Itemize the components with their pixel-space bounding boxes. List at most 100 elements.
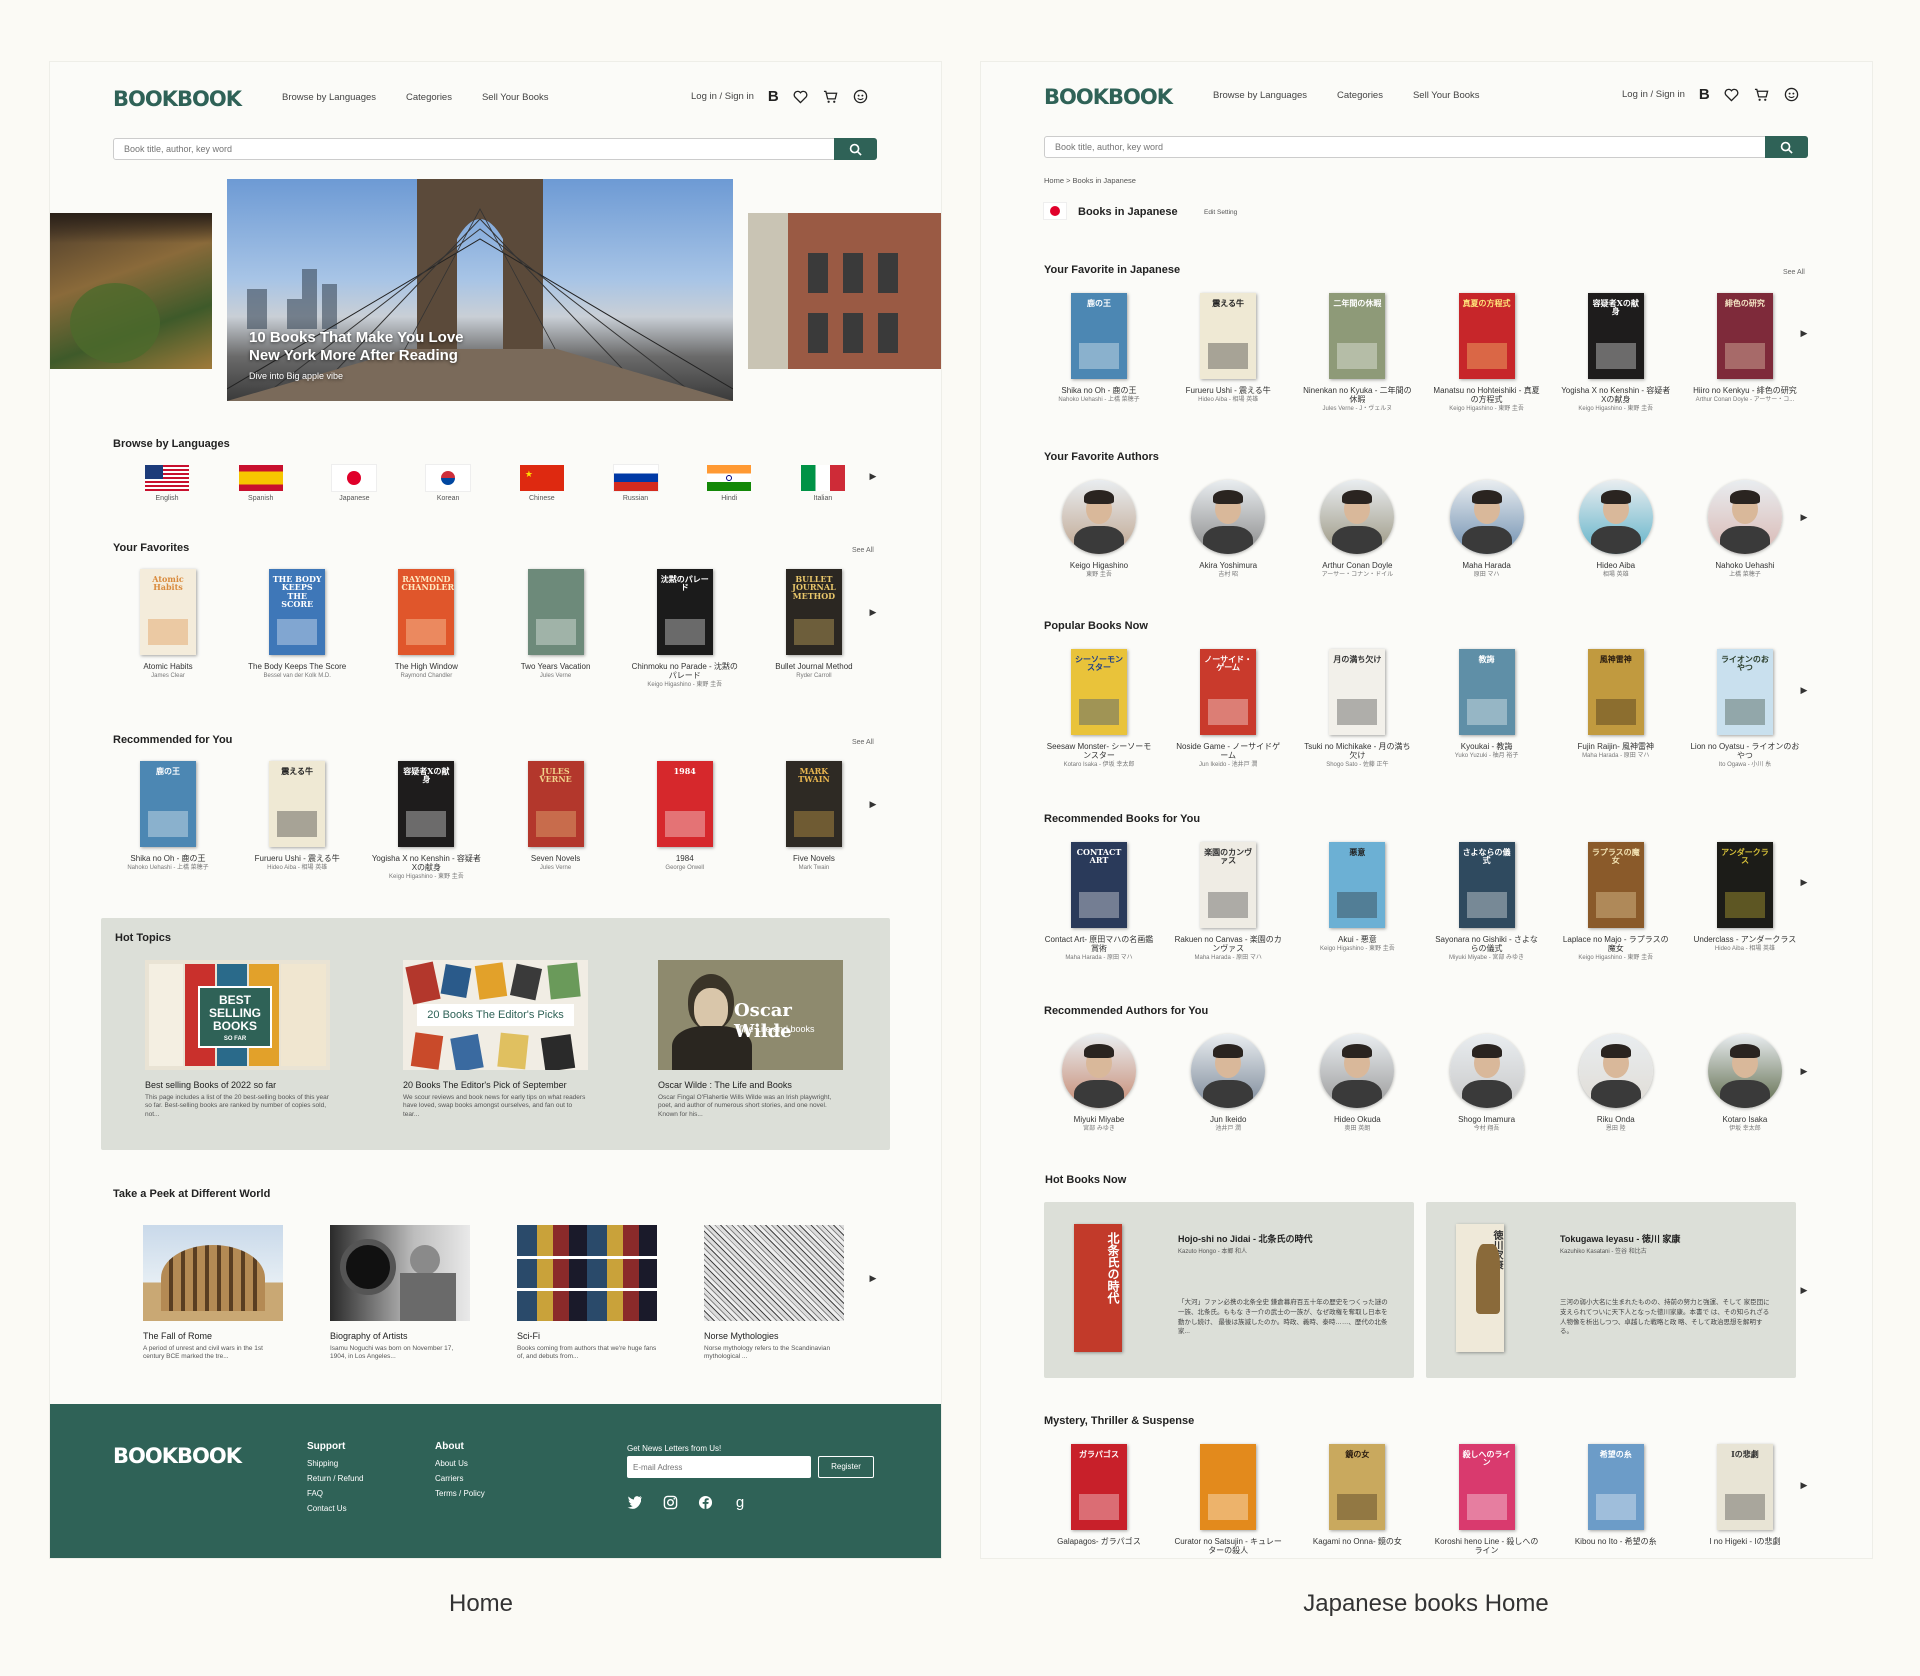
- twitter-icon[interactable]: [627, 1494, 643, 1510]
- edit-setting-link[interactable]: Edit Setting: [1204, 209, 1237, 216]
- book-item[interactable]: さよならの儀式 Sayonara no Gishiki - さよならの儀式 Miyu…: [1432, 842, 1542, 962]
- language-korean[interactable]: Korean: [403, 465, 493, 502]
- nav-browse-languages[interactable]: Browse by Languages: [282, 92, 376, 103]
- b-icon[interactable]: B: [768, 88, 779, 105]
- book-item[interactable]: Iの悲劇 I no Higeki - Iの悲劇: [1690, 1444, 1800, 1555]
- book-item[interactable]: Curator no Satsujin - キュレーターの殺人: [1173, 1444, 1283, 1555]
- nav-sell-books[interactable]: Sell Your Books: [482, 92, 549, 103]
- email-field[interactable]: [627, 1456, 811, 1478]
- book-item[interactable]: 容疑者Xの献身 Yogisha X no Kenshin - 容疑者Xの献身 Kei…: [1561, 293, 1671, 413]
- chevron-right-icon[interactable]: ▶: [869, 799, 877, 809]
- chevron-right-icon[interactable]: ▶: [1800, 512, 1808, 522]
- footer-logo[interactable]: BOOKBOOK: [113, 1444, 242, 1468]
- peek-card[interactable]: Biography of Artists Isamu Noguchi was b…: [330, 1225, 470, 1362]
- hot-book-card[interactable]: 徳川家康 Tokugawa Ieyasu - 徳川 家康 Kazuhiko Ka…: [1426, 1202, 1796, 1378]
- author-item[interactable]: Keigo Higashino 東野 圭吾: [1044, 480, 1154, 579]
- nav-categories[interactable]: Categories: [1337, 90, 1383, 101]
- author-item[interactable]: Arthur Conan Doyle アーサー・コナン・ドイル: [1302, 480, 1412, 579]
- author-item[interactable]: Kotaro Isaka 伊坂 幸太郎: [1690, 1034, 1800, 1133]
- book-item[interactable]: THE BODY KEEPS THE SCORE The Body Keeps T…: [242, 569, 352, 689]
- goodreads-icon[interactable]: g: [732, 1494, 748, 1511]
- book-item[interactable]: 月の満ち欠け Tsuki no Michikake - 月の満ち欠け Shogo S…: [1302, 649, 1412, 769]
- book-item[interactable]: BULLET JOURNAL METHOD Bullet Journal Meth…: [759, 569, 869, 689]
- author-item[interactable]: Jun Ikeido 池井戸 潤: [1173, 1034, 1283, 1133]
- book-item[interactable]: Two Years Vacation Jules Verne: [501, 569, 611, 689]
- book-item[interactable]: ラプラスの魔女 Laplace no Majo - ラプラスの魔女 Keigo Hi…: [1561, 842, 1671, 962]
- topic-card[interactable]: BEST SELLING BOOKS SO FAR Best selling B…: [145, 960, 330, 1119]
- book-item[interactable]: MARK TWAIN Five Novels Mark Twain: [759, 761, 869, 881]
- book-item[interactable]: CONTACT ART Contact Art- 原田マハの名画鑑賞術 Maha H…: [1044, 842, 1154, 962]
- chevron-right-icon[interactable]: ▶: [1800, 685, 1808, 695]
- author-item[interactable]: Miyuki Miyabe 宮部 みゆき: [1044, 1034, 1154, 1133]
- chevron-right-icon[interactable]: ▶: [1800, 1480, 1808, 1490]
- peek-card[interactable]: Norse Mythologies Norse mythology refers…: [704, 1225, 844, 1362]
- instagram-icon[interactable]: [662, 1494, 678, 1510]
- author-item[interactable]: Maha Harada 原田 マハ: [1432, 480, 1542, 579]
- nav-sell-books[interactable]: Sell Your Books: [1413, 90, 1480, 101]
- book-item[interactable]: シーソーモンスター Seesaw Monster- シーソーモンスター Kotaro…: [1044, 649, 1154, 769]
- language-hindi[interactable]: Hindi: [684, 465, 774, 502]
- book-item[interactable]: 容疑者Xの献身 Yogisha X no Kenshin - 容疑者Xの献身 Kei…: [371, 761, 481, 881]
- book-item[interactable]: 1984 1984 George Orwell: [630, 761, 740, 881]
- book-item[interactable]: 悪意 Akui - 悪意 Keigo Higashino - 東野 圭吾: [1302, 842, 1412, 962]
- b-icon[interactable]: B: [1699, 86, 1710, 103]
- register-button[interactable]: Register: [818, 1456, 874, 1478]
- book-item[interactable]: 教誨 Kyoukai - 教誨 Yuko Yuzuki - 柚月 裕子: [1432, 649, 1542, 769]
- author-item[interactable]: Nahoko Uehashi 上橋 菜穂子: [1690, 480, 1800, 579]
- book-item[interactable]: 鹿の王 Shika no Oh - 鹿の王 Nahoko Uehashi - 上橋 …: [113, 761, 223, 881]
- see-all-link[interactable]: See All: [852, 547, 874, 554]
- book-item[interactable]: 二年間の休暇 Ninenkan no Kyuka - 二年間の休暇 Jules Ve…: [1302, 293, 1412, 413]
- book-item[interactable]: 震える牛 Furueru Ushi - 震える牛 Hideo Aiba - 相場 英…: [242, 761, 352, 881]
- book-item[interactable]: 風神雷神 Fujin Raijin- 風神雷神 Maha Harada - 原田 マ…: [1561, 649, 1671, 769]
- author-item[interactable]: Hideo Aiba 相場 英雄: [1561, 480, 1671, 579]
- chevron-right-icon[interactable]: ▶: [1800, 328, 1808, 338]
- hero-slide-main[interactable]: 10 Books That Make You Love New York Mor…: [227, 179, 733, 401]
- book-item[interactable]: 鹿の王 Shika no Oh - 鹿の王 Nahoko Uehashi - 上橋 …: [1044, 293, 1154, 413]
- book-item[interactable]: RAYMOND CHANDLER The High Window Raymond C…: [371, 569, 481, 689]
- topic-card[interactable]: 20 Books The Editor's Picks 20 Books The…: [403, 960, 588, 1119]
- login-link[interactable]: Log in / Sign in: [691, 91, 754, 102]
- footer-link-terms[interactable]: Terms / Policy: [435, 1486, 485, 1501]
- footer-link-contact[interactable]: Contact Us: [307, 1501, 363, 1516]
- search-button[interactable]: [1765, 136, 1808, 158]
- book-item[interactable]: ノーサイド・ゲーム Noside Game - ノーサイドゲーム Jun Ikeid…: [1173, 649, 1283, 769]
- author-item[interactable]: Hideo Okuda 奥田 英朗: [1302, 1034, 1412, 1133]
- book-item[interactable]: ライオンのおやつ Lion no Oyatsu - ライオンのおやつ Ito Oga…: [1690, 649, 1800, 769]
- footer-link-faq[interactable]: FAQ: [307, 1486, 363, 1501]
- account-icon[interactable]: [1784, 87, 1800, 103]
- topic-card[interactable]: Oscar Wilde The Life and books Oscar Wil…: [658, 960, 843, 1119]
- book-item[interactable]: 真夏の方程式 Manatsu no Hohteishiki - 真夏の方程式 Kei…: [1432, 293, 1542, 413]
- cart-icon[interactable]: [1754, 87, 1770, 103]
- chevron-right-icon[interactable]: ▶: [869, 1273, 877, 1283]
- footer-link-carriers[interactable]: Carriers: [435, 1471, 485, 1486]
- footer-link-shipping[interactable]: Shipping: [307, 1456, 363, 1471]
- book-item[interactable]: JULES VERNE Seven Novels Jules Verne: [501, 761, 611, 881]
- language-english[interactable]: English: [122, 465, 212, 502]
- language-spanish[interactable]: Spanish: [216, 465, 306, 502]
- language-russian[interactable]: Russian: [591, 465, 681, 502]
- chevron-right-icon[interactable]: ▶: [1800, 877, 1808, 887]
- language-chinese[interactable]: ★ Chinese: [497, 465, 587, 502]
- search-button[interactable]: [834, 138, 877, 160]
- book-item[interactable]: 鏡の女 Kagami no Onna- 鏡の女: [1302, 1444, 1412, 1555]
- account-icon[interactable]: [853, 89, 869, 105]
- peek-card[interactable]: The Fall of Rome A period of unrest and …: [143, 1225, 283, 1362]
- see-all-link[interactable]: See All: [852, 739, 874, 746]
- chevron-right-icon[interactable]: ▶: [869, 607, 877, 617]
- book-item[interactable]: Atomic Habits Atomic Habits James Clear: [113, 569, 223, 689]
- search-input[interactable]: [1045, 137, 1731, 157]
- see-all-link[interactable]: See All: [1783, 269, 1805, 276]
- breadcrumb[interactable]: Home > Books in Japanese: [1044, 176, 1136, 185]
- book-item[interactable]: 緋色の研究 Hiiro no Kenkyu - 緋色の研究 Arthur Conan…: [1690, 293, 1800, 413]
- chevron-right-icon[interactable]: ▶: [1800, 1285, 1808, 1295]
- chevron-right-icon[interactable]: ▶: [869, 471, 877, 481]
- nav-browse-languages[interactable]: Browse by Languages: [1213, 90, 1307, 101]
- footer-link-about[interactable]: About Us: [435, 1456, 485, 1471]
- login-link[interactable]: Log in / Sign in: [1622, 89, 1685, 100]
- book-item[interactable]: 震える牛 Furueru Ushi - 震える牛 Hideo Aiba - 相場 英…: [1173, 293, 1283, 413]
- book-item[interactable]: 沈黙のパレード Chinmoku no Parade - 沈黙のパレード Keigo…: [630, 569, 740, 689]
- brand-logo[interactable]: BOOKBOOK: [1044, 85, 1173, 109]
- search-input[interactable]: [114, 139, 800, 159]
- language-italian[interactable]: Italian: [778, 465, 868, 502]
- chevron-right-icon[interactable]: ▶: [1800, 1066, 1808, 1076]
